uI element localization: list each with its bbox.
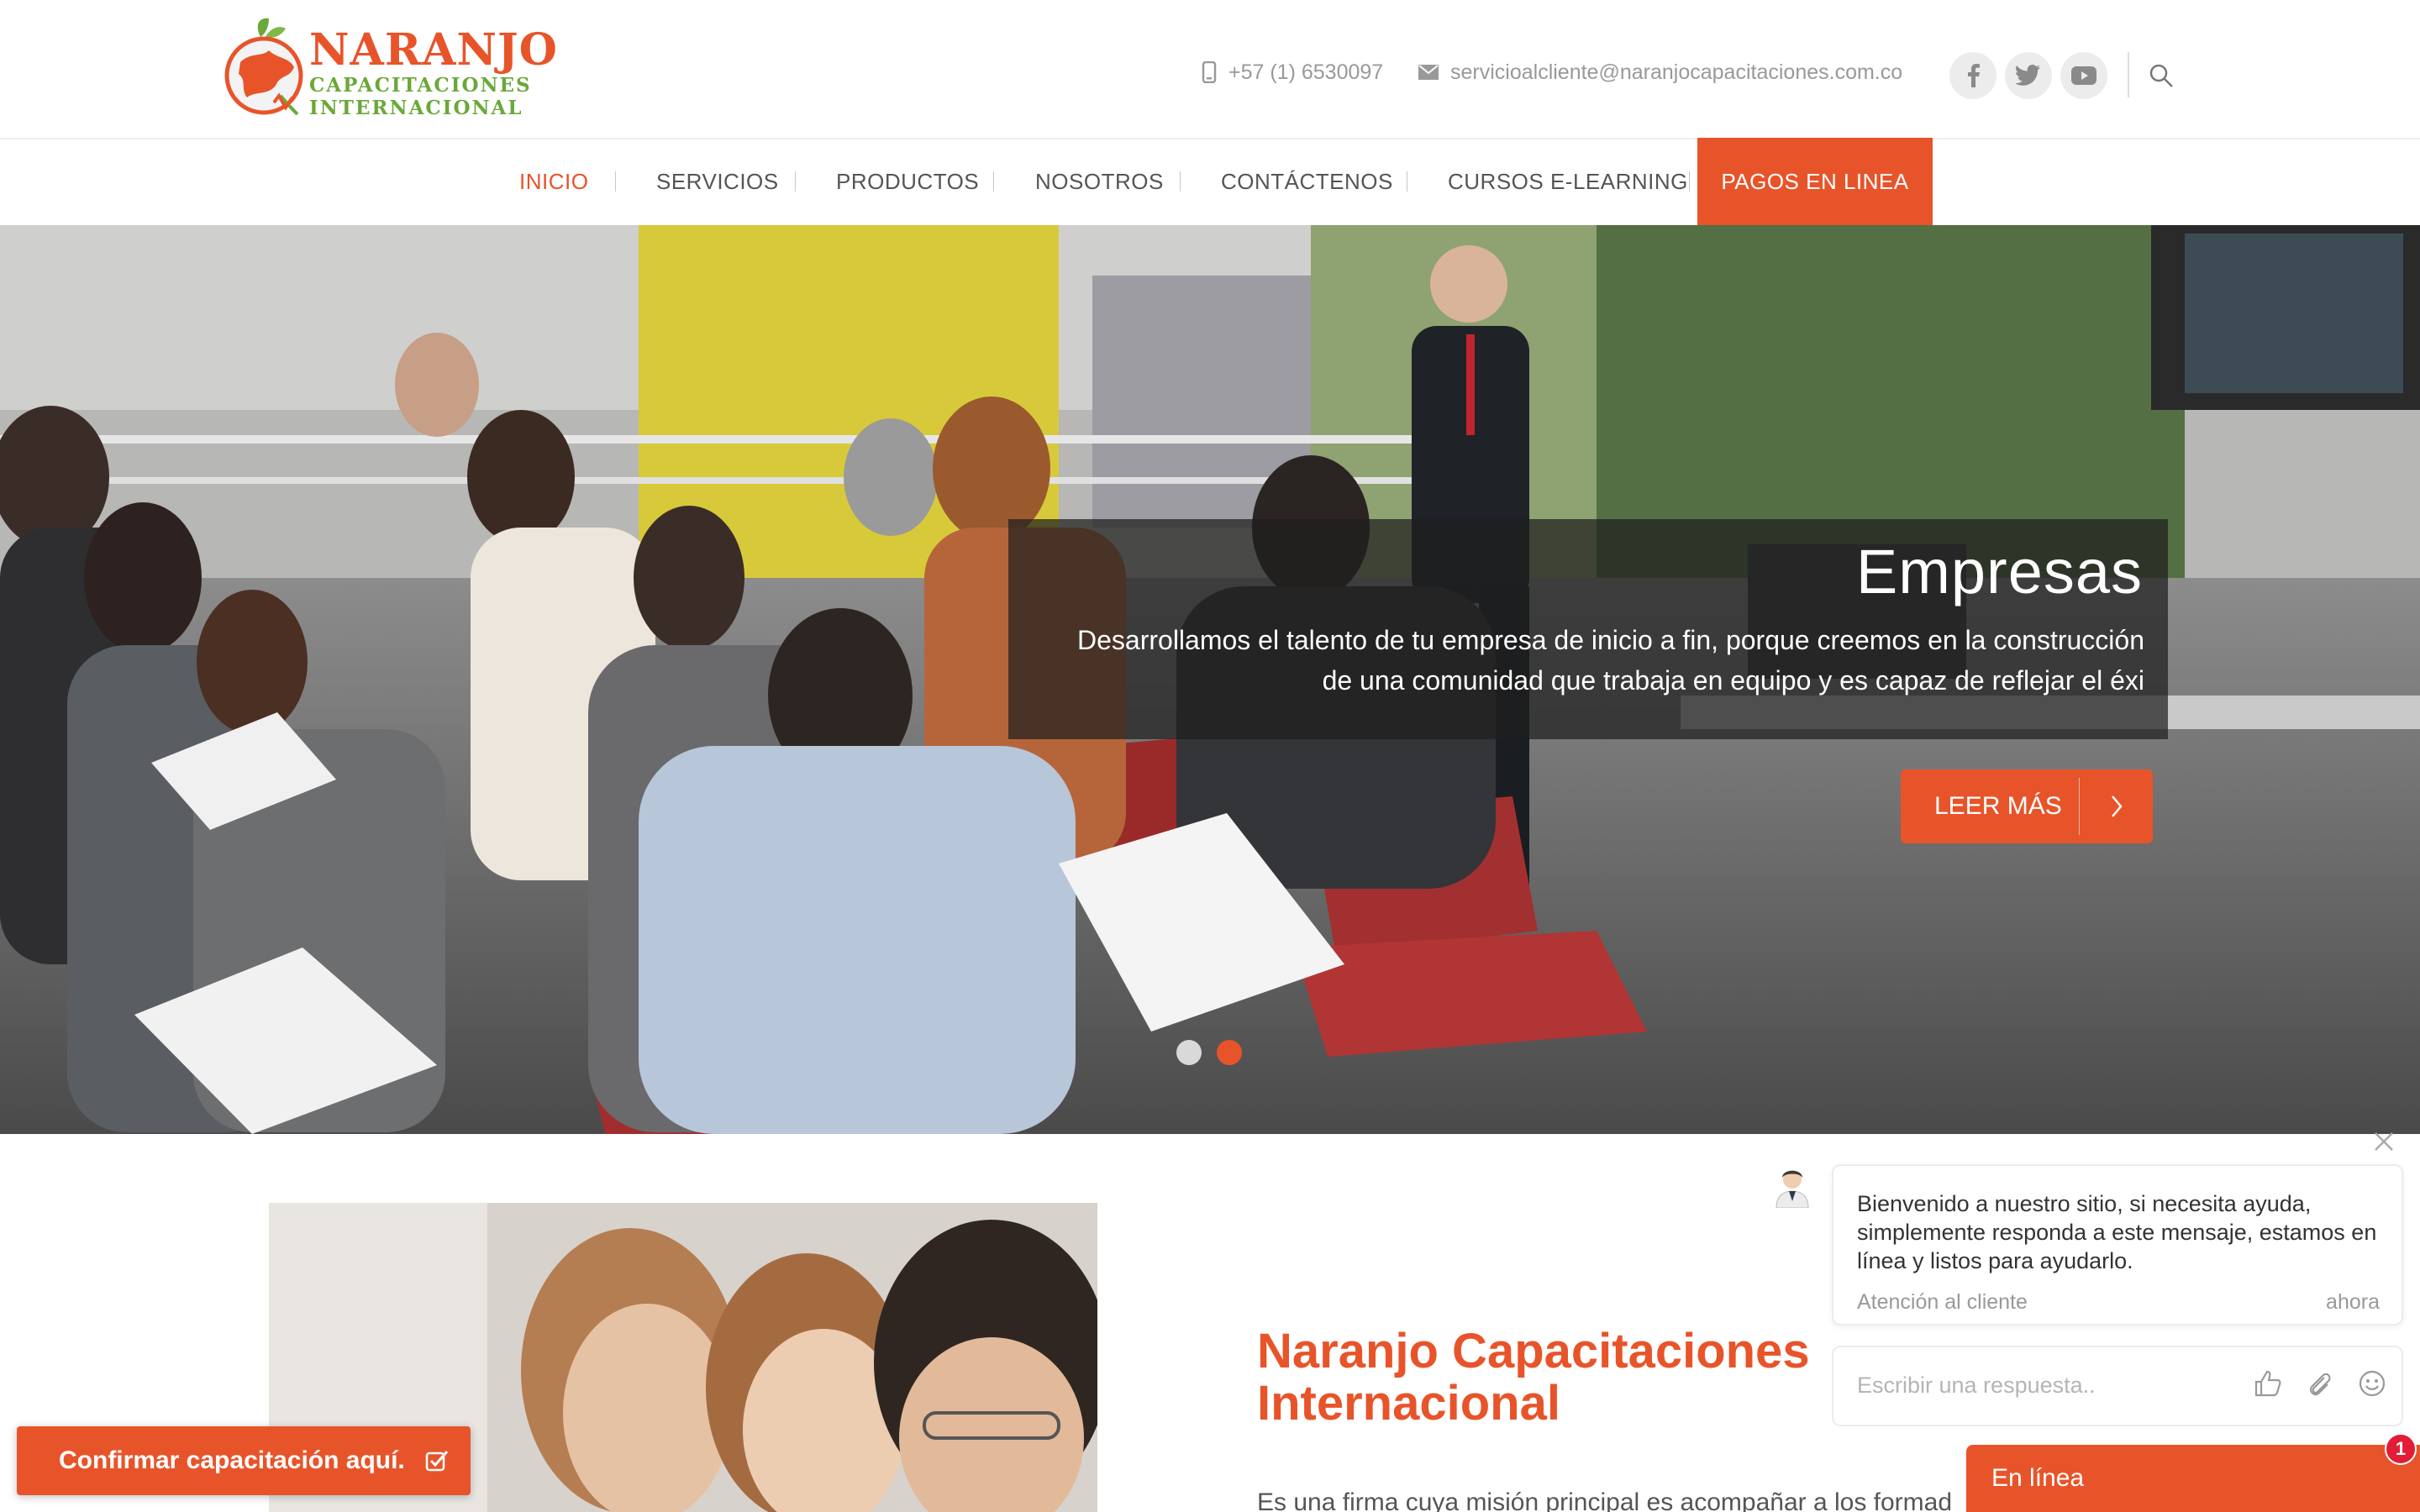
close-icon [2375,1132,2393,1151]
brand-name: NARANJO [309,24,558,76]
nav-contactenos[interactable]: CONTÁCTENOS [1221,138,1393,225]
agent-avatar [1773,1164,1812,1209]
hero-text: Desarrollamos el talento de tu empresa d… [1077,625,2144,696]
chat-unread-badge: 1 [2385,1433,2417,1465]
chevron-right-icon [2080,795,2153,818]
nav-pagos-en-linea-button[interactable]: PAGOS EN LINEA [1697,138,1933,225]
envelope-icon [1418,65,1439,80]
mobile-phone-icon [1202,61,1217,83]
nav-inicio[interactable]: INICIO [519,138,588,225]
chat-status-bar[interactable]: En línea [1966,1445,2420,1512]
twitter-button[interactable] [2005,52,2052,99]
main-nav: INICIO SERVICIOS PRODUCTOS NOSOTROS CONT… [0,138,2420,225]
emoji-icon[interactable] [2358,1369,2386,1398]
chat-reply-input[interactable]: Escribir una respuesta.. [1832,1346,2403,1426]
nav-cursos-elearning[interactable]: CURSOS E-LEARNING [1448,138,1688,225]
site-header: NARANJO CAPACITACIONES INTERNACIONAL +57… [0,0,2420,138]
thumbs-up-icon[interactable] [2254,1369,2282,1398]
social-links [1949,52,2107,99]
leer-mas-button[interactable]: LEER MÁS [1901,769,2153,843]
chat-message-bubble: Bienvenido a nuestro sitio, si necesita … [1832,1164,2403,1326]
hero-title: Empresas [1855,537,2143,606]
facebook-icon [1968,64,1980,87]
chat-timestamp: ahora [2326,1290,2380,1314]
agent-avatar-icon [1776,1170,1809,1209]
checkbox-checked-icon [425,1451,448,1472]
nav-nosotros[interactable]: NOSOTROS [1035,138,1164,225]
email-address: servicioalcliente@naranjocapacitaciones.… [1450,60,1903,84]
youtube-button[interactable] [2060,52,2107,99]
header-separator [2128,52,2129,97]
chat-close-button[interactable] [2370,1127,2398,1156]
email-contact[interactable]: servicioalcliente@naranjocapacitaciones.… [1418,55,1902,89]
orange-globe-logo-icon [224,18,303,116]
confirm-training-label: Confirmar capacitación aquí. [59,1446,405,1474]
company-title: Naranjo Capacitaciones Internacional [1257,1324,1810,1431]
confirm-training-button[interactable]: Confirmar capacitación aquí. [17,1426,471,1495]
leer-mas-label: LEER MÁS [1934,792,2062,820]
youtube-icon [2071,66,2096,85]
phone-contact[interactable]: +57 (1) 6530097 [1202,55,1383,89]
search-icon [2149,64,2173,87]
brand-logo[interactable]: NARANJO CAPACITACIONES INTERNACIONAL [222,15,557,121]
chat-sender: Atención al cliente [1857,1290,2028,1314]
facebook-button[interactable] [1949,52,1996,99]
slider-dot-1[interactable] [1176,1040,1202,1065]
chat-status-label: En línea [1991,1464,2085,1492]
brand-line3: INTERNACIONAL [309,97,523,119]
chat-message-text: Bienvenido a nuestro sitio, si necesita … [1857,1191,2377,1273]
paperclip-icon[interactable] [2306,1369,2334,1398]
chat-reply-placeholder: Escribir una respuesta.. [1857,1373,2096,1398]
hero-slider: Empresas Desarrollamos el talento de tu … [0,225,2420,1134]
slider-dot-2[interactable] [1217,1040,1242,1065]
brand-line2: CAPACITACIONES [309,74,532,97]
nav-productos[interactable]: PRODUCTOS [836,138,979,225]
twitter-icon [2016,65,2040,86]
nav-servicios[interactable]: SERVICIOS [656,138,779,225]
search-button[interactable] [2143,57,2180,94]
phone-number: +57 (1) 6530097 [1228,60,1384,84]
